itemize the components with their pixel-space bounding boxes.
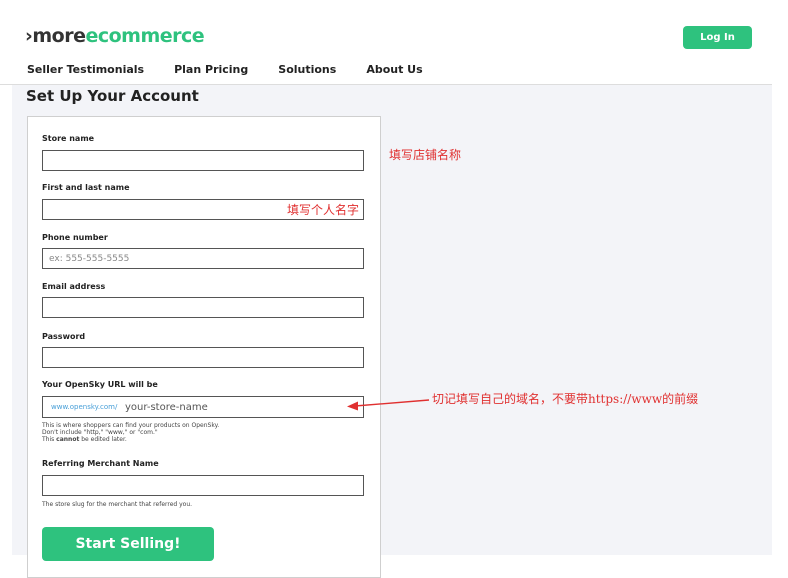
url-help-text: This is where shoppers can find your pro…	[42, 422, 219, 443]
name-label: First and last name	[42, 183, 130, 192]
url-help-3-prefix: This	[42, 436, 57, 443]
store-name-annotation: 填写店铺名称	[389, 148, 462, 162]
store-url-field[interactable]: www.opensky.com/	[42, 396, 364, 418]
url-prefix: www.opensky.com/	[51, 403, 118, 411]
url-help-3-suffix: be edited later.	[79, 436, 127, 443]
email-label: Email address	[42, 282, 106, 291]
nav-item-plan-pricing[interactable]: Plan Pricing	[174, 63, 248, 76]
password-input[interactable]	[42, 347, 364, 368]
email-input[interactable]	[42, 297, 364, 318]
phone-label: Phone number	[42, 233, 108, 242]
url-help-3-bold: cannot	[56, 436, 80, 443]
name-annotation: 填写个人名字	[287, 203, 360, 217]
url-annotation: 切记填写自己的域名，不要带https://www的前缀	[432, 392, 699, 406]
start-selling-button[interactable]: Start Selling!	[42, 527, 214, 561]
logo-more-text: more	[32, 25, 86, 47]
nav-item-about-us[interactable]: About Us	[366, 63, 422, 76]
store-name-input[interactable]	[42, 150, 364, 171]
url-help-line-2: Don't include "http," "www," or "com."	[42, 429, 158, 436]
brand-logo[interactable]: ›moreecommerce	[25, 25, 205, 47]
nav-item-solutions[interactable]: Solutions	[278, 63, 336, 76]
url-help-line-1: This is where shoppers can find your pro…	[42, 422, 220, 429]
nav-item-seller-testimonials[interactable]: Seller Testimonials	[27, 63, 144, 76]
referring-merchant-input[interactable]	[42, 475, 364, 496]
store-name-label: Store name	[42, 134, 95, 143]
main-nav: Seller Testimonials Plan Pricing Solutio…	[27, 63, 453, 76]
url-label: Your OpenSky URL will be	[42, 380, 158, 389]
phone-input[interactable]	[42, 248, 364, 269]
referring-help-text: The store slug for the merchant that ref…	[42, 501, 193, 508]
url-help-line-3: This cannot be edited later.	[42, 436, 219, 443]
login-button[interactable]: Log In	[683, 26, 752, 49]
annotation-arrow-icon	[347, 399, 430, 411]
referring-label: Referring Merchant Name	[42, 459, 159, 468]
site-header: ›moreecommerce Log In Seller Testimonial…	[0, 0, 788, 84]
page-title: Set Up Your Account	[26, 87, 199, 105]
store-url-input[interactable]	[125, 399, 355, 415]
password-label: Password	[42, 332, 86, 341]
logo-ecommerce-text: ecommerce	[85, 25, 205, 47]
